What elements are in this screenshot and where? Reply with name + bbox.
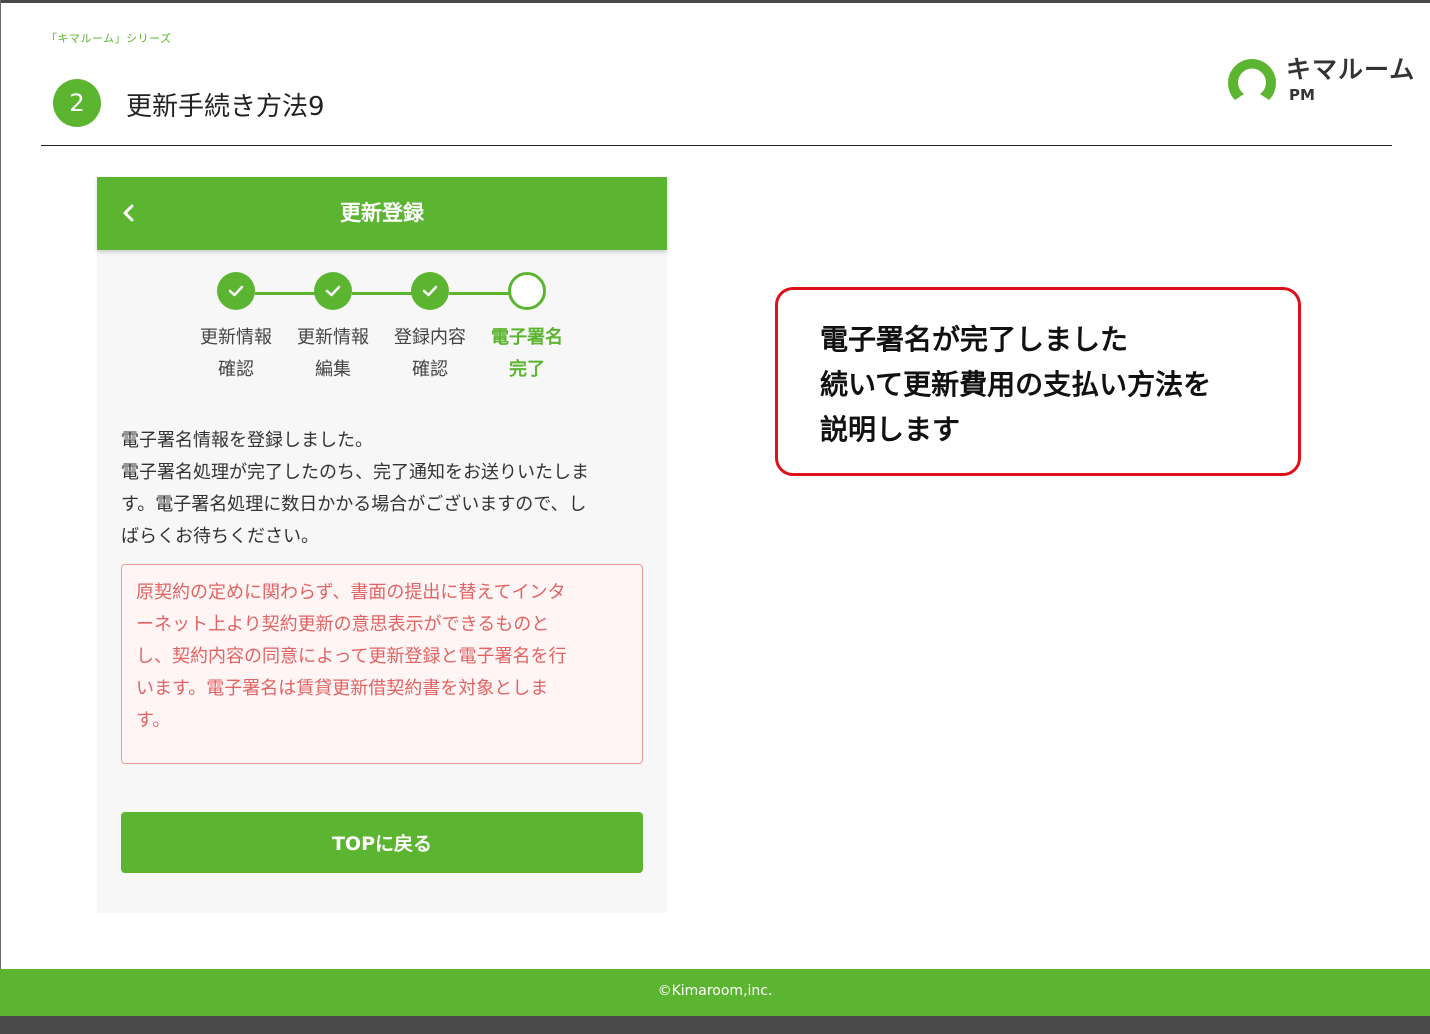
step-label-line: 確認 xyxy=(218,359,254,380)
step-number-badge: 2 xyxy=(53,79,101,127)
footer-bar: ©Kimaroom,inc. xyxy=(0,969,1430,1016)
callout-line: 説明します xyxy=(820,413,961,446)
header-divider xyxy=(41,145,1392,146)
notice-line: し、契約内容の同意によって更新登録と電子署名を行 xyxy=(136,646,567,667)
step-connector xyxy=(449,292,509,295)
series-label: 「キマルーム」シリーズ xyxy=(46,32,172,45)
window-top-edge xyxy=(0,0,1430,3)
logo-mark-icon xyxy=(1228,59,1276,100)
step-label-line: 確認 xyxy=(412,359,448,380)
completion-message: 電子署名情報を登録しました。 電子署名処理が完了したのち、完了通知をお送りいたし… xyxy=(121,425,646,553)
app-bar-title: 更新登録 xyxy=(340,201,424,225)
window-left-edge xyxy=(0,0,1,1034)
step-connector xyxy=(352,292,412,295)
step-label-line: 電子署名 xyxy=(491,327,563,348)
step-connector xyxy=(255,292,315,295)
app-screen: 更新登録 更新情報 確認 更新情報 編集 登録内容 確認 電子署名 完了 電子署… xyxy=(97,177,667,913)
legal-notice-box: 原契約の定めに関わらず、書面の提出に替えてインタ ーネット上より契約更新の意思表… xyxy=(121,564,643,764)
back-to-top-button[interactable]: TOPに戻る xyxy=(121,812,643,873)
message-line: す。電子署名処理に数日かかる場合がございますので、し xyxy=(121,494,587,515)
check-icon xyxy=(325,285,341,297)
step-label-line: 登録内容 xyxy=(394,327,466,348)
explanation-callout: 電子署名が完了しました 続いて更新費用の支払い方法を 説明します xyxy=(775,287,1301,476)
logo-sub: PM xyxy=(1289,86,1315,104)
window-bottom-edge xyxy=(0,1016,1430,1034)
step-label-line: 完了 xyxy=(509,359,545,380)
step-4-current xyxy=(508,272,546,310)
step-2-done xyxy=(314,272,352,310)
check-icon xyxy=(228,285,244,297)
notice-line: 原契約の定めに関わらず、書面の提出に替えてインタ xyxy=(136,582,566,603)
message-line: 電子署名情報を登録しました。 xyxy=(121,430,373,451)
step-label-line: 更新情報 xyxy=(200,327,272,348)
step-label: 更新情報 編集 xyxy=(283,322,383,386)
step-1-done xyxy=(217,272,255,310)
check-icon xyxy=(422,285,438,297)
app-bar: 更新登録 xyxy=(97,177,667,250)
callout-line: 電子署名が完了しました xyxy=(820,323,1129,356)
copyright-text: ©Kimaroom,inc. xyxy=(657,983,773,999)
message-line: ばらくお待ちください。 xyxy=(121,526,319,547)
page-title: 更新手続き方法9 xyxy=(126,92,325,122)
callout-line: 続いて更新費用の支払い方法を xyxy=(820,368,1212,401)
logo-name: キマルーム xyxy=(1286,55,1416,84)
company-logo: キマルーム PM xyxy=(1224,48,1414,108)
notice-line: す。 xyxy=(136,710,171,731)
notice-line: ーネット上より契約更新の意思表示ができるものと xyxy=(136,614,550,635)
step-label: 更新情報 確認 xyxy=(186,322,286,386)
step-label-current: 電子署名 完了 xyxy=(477,322,577,386)
notice-line: います。電子署名は賃貸更新借契約書を対象としま xyxy=(136,678,549,699)
step-3-done xyxy=(411,272,449,310)
step-label-line: 更新情報 xyxy=(297,327,369,348)
progress-stepper: 更新情報 確認 更新情報 編集 登録内容 確認 電子署名 完了 xyxy=(97,272,667,392)
step-label-line: 編集 xyxy=(315,359,351,380)
step-label: 登録内容 確認 xyxy=(380,322,480,386)
message-line: 電子署名処理が完了したのち、完了通知をお送りいたしま xyxy=(121,462,589,483)
